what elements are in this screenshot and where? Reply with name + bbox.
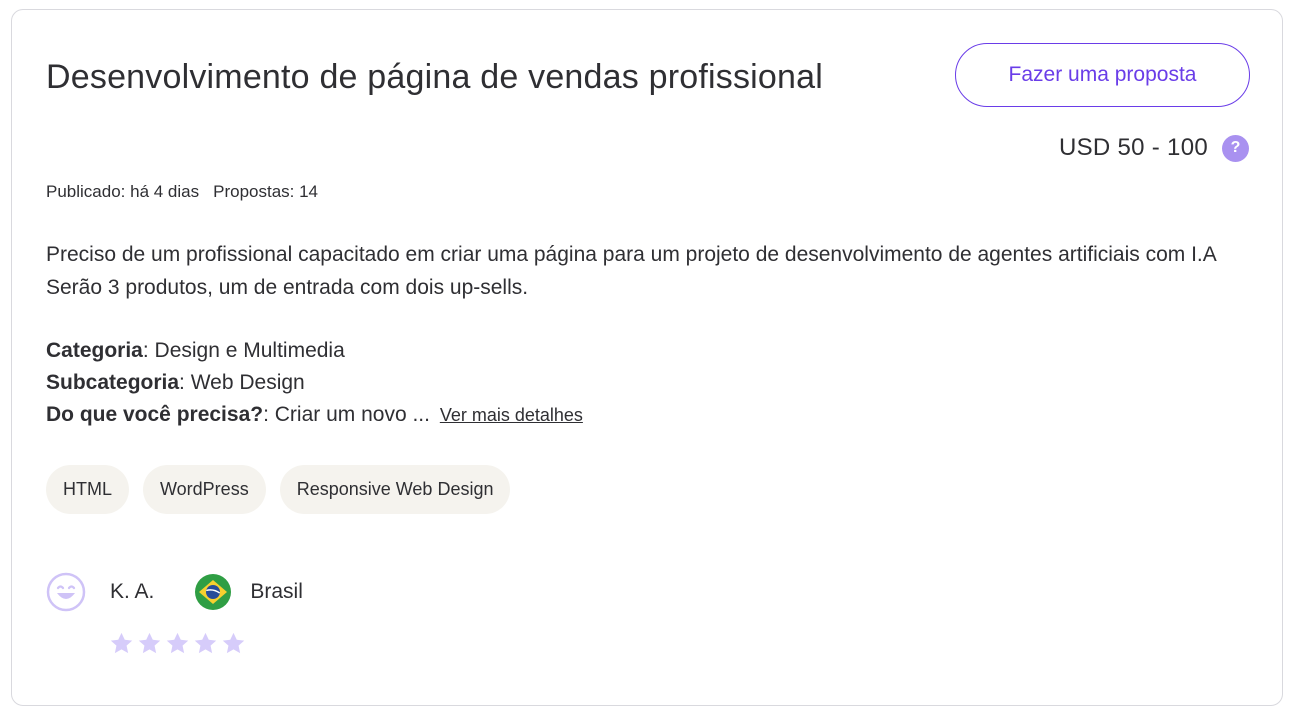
need-row: Do que você precisa?: Criar um novo ... … bbox=[46, 399, 583, 431]
job-meta: Publicado: há 4 dias Propostas: 14 bbox=[46, 182, 318, 202]
category-row: Categoria: Design e Multimedia bbox=[46, 335, 583, 367]
client-country: Brasil bbox=[250, 580, 303, 603]
proposal-count: Propostas: 14 bbox=[213, 182, 319, 201]
make-proposal-button[interactable]: Fazer uma proposta bbox=[955, 43, 1250, 107]
tag-wordpress[interactable]: WordPress bbox=[143, 465, 266, 514]
star-icon bbox=[166, 632, 189, 654]
category-value: : Design e Multimedia bbox=[142, 339, 345, 362]
client-name: K. A. bbox=[110, 580, 155, 603]
job-description: Preciso de um profissional capacitado em… bbox=[46, 243, 1216, 299]
skill-tags: HTML WordPress Responsive Web Design bbox=[46, 465, 511, 514]
need-value: : Criar um novo ... bbox=[263, 403, 430, 426]
subcategory-row: Subcategoria: Web Design bbox=[46, 367, 583, 399]
star-icon bbox=[138, 632, 161, 654]
tag-responsive-web-design[interactable]: Responsive Web Design bbox=[279, 465, 511, 514]
job-details: Categoria: Design e Multimedia Subcatego… bbox=[46, 335, 583, 431]
job-card: Desenvolvimento de página de vendas prof… bbox=[11, 9, 1283, 706]
star-icon bbox=[222, 632, 245, 654]
tag-html[interactable]: HTML bbox=[46, 465, 129, 514]
client-rating bbox=[108, 630, 247, 657]
star-icon bbox=[110, 632, 133, 654]
budget: USD 50 - 100 ? bbox=[1059, 134, 1249, 162]
job-title: Desenvolvimento de página de vendas prof… bbox=[46, 58, 823, 96]
smiley-face-icon bbox=[46, 572, 86, 612]
category-label: Categoria bbox=[46, 339, 143, 362]
need-label: Do que você precisa? bbox=[46, 403, 264, 426]
brazil-flag-icon bbox=[195, 574, 232, 610]
budget-range: USD 50 - 100 bbox=[1058, 134, 1208, 161]
see-more-details-link[interactable]: Ver mais detalhes bbox=[440, 405, 583, 425]
client-info: K. A. Brasil bbox=[46, 572, 303, 612]
star-icon bbox=[194, 632, 217, 654]
subcategory-value: : Web Design bbox=[179, 371, 305, 394]
published-date: Publicado: há 4 dias bbox=[46, 182, 200, 201]
subcategory-label: Subcategoria bbox=[46, 371, 180, 394]
help-icon[interactable]: ? bbox=[1222, 134, 1249, 162]
